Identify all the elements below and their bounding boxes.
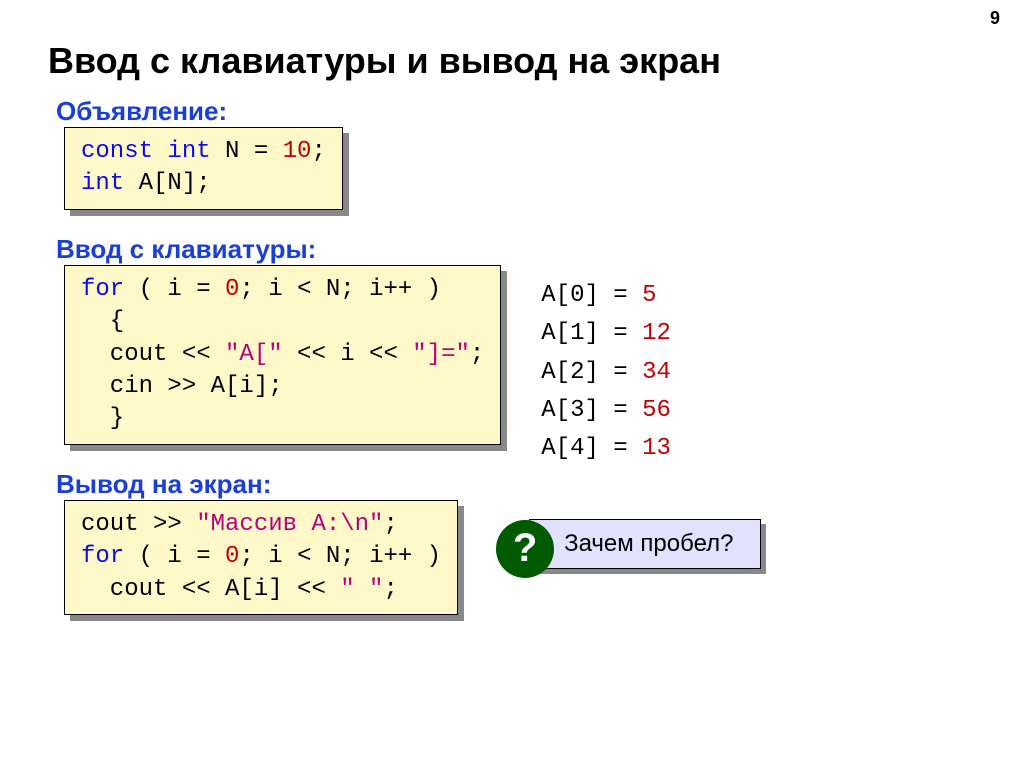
sample-value: 12: [642, 320, 671, 347]
sample-output: A[0] = 5 A[1] = 12 A[2] = 34 A[3] = 56 A…: [541, 271, 671, 469]
sample-label: A[2] =: [541, 359, 642, 386]
kw-for-1: for: [81, 276, 124, 303]
kw-for-2: for: [81, 543, 124, 570]
code-box-declaration: const int N = 10; int A[N];: [70, 133, 349, 216]
code-text: N =: [211, 138, 283, 165]
string-literal: " ": [340, 576, 383, 603]
code-box-input: for ( i = 0; i < N; i++ ) { cout << "A["…: [70, 271, 507, 451]
question-mark-icon: ?: [496, 520, 554, 578]
sample-label: A[4] =: [541, 435, 642, 462]
code-text: ;: [470, 341, 484, 368]
num-0a: 0: [225, 276, 239, 303]
question-callout: ? Зачем пробел?: [496, 520, 765, 578]
question-text: Зачем пробел?: [529, 519, 760, 569]
code-text: ;: [311, 138, 325, 165]
code-text: ;: [383, 576, 397, 603]
sample-label: A[1] =: [541, 320, 642, 347]
code-text: << i <<: [283, 341, 413, 368]
kw-int-2: int: [81, 170, 124, 197]
code-text: {: [81, 308, 124, 335]
slide-content: Ввод с клавиатуры и вывод на экран Объяв…: [0, 0, 1024, 639]
code-box-output: cout >> "Массив A:\n"; for ( i = 0; i < …: [70, 506, 464, 621]
page-number: 9: [990, 8, 1000, 29]
sample-value: 56: [642, 397, 671, 424]
code-text: ; i < N; i++ ): [239, 543, 441, 570]
sample-label: A[3] =: [541, 397, 642, 424]
code-text: cout << A[i] <<: [81, 576, 340, 603]
sample-value: 13: [642, 435, 671, 462]
sample-row: A[1] = 12: [541, 320, 671, 347]
code-text: cin >> A[i];: [81, 373, 283, 400]
string-literal: "]=": [412, 341, 470, 368]
sample-row: A[3] = 56: [541, 397, 671, 424]
num-0b: 0: [225, 543, 239, 570]
sample-label: A[0] =: [541, 282, 642, 309]
kw-const: const: [81, 138, 153, 165]
code-text: ( i =: [124, 543, 225, 570]
sample-row: A[0] = 5: [541, 282, 656, 309]
string-literal: "Массив A:\n": [196, 511, 383, 538]
section-heading-output: Вывод на экран:: [56, 469, 976, 500]
num-10: 10: [283, 138, 312, 165]
code-text: A[N];: [124, 170, 210, 197]
code-text: cout >>: [81, 511, 196, 538]
slide-title: Ввод с клавиатуры и вывод на экран: [48, 40, 976, 82]
code-text: ( i =: [124, 276, 225, 303]
string-literal: "A[": [225, 341, 283, 368]
kw-int-1: int: [153, 138, 211, 165]
sample-row: A[2] = 34: [541, 359, 671, 386]
code-text: cout <<: [81, 341, 225, 368]
code-text: }: [81, 405, 124, 432]
section-heading-declaration: Объявление:: [56, 96, 976, 127]
section-heading-input: Ввод с клавиатуры:: [56, 234, 976, 265]
sample-row: A[4] = 13: [541, 435, 671, 462]
code-text: ;: [383, 511, 397, 538]
sample-value: 34: [642, 359, 671, 386]
code-text: ; i < N; i++ ): [239, 276, 441, 303]
sample-value: 5: [642, 282, 656, 309]
